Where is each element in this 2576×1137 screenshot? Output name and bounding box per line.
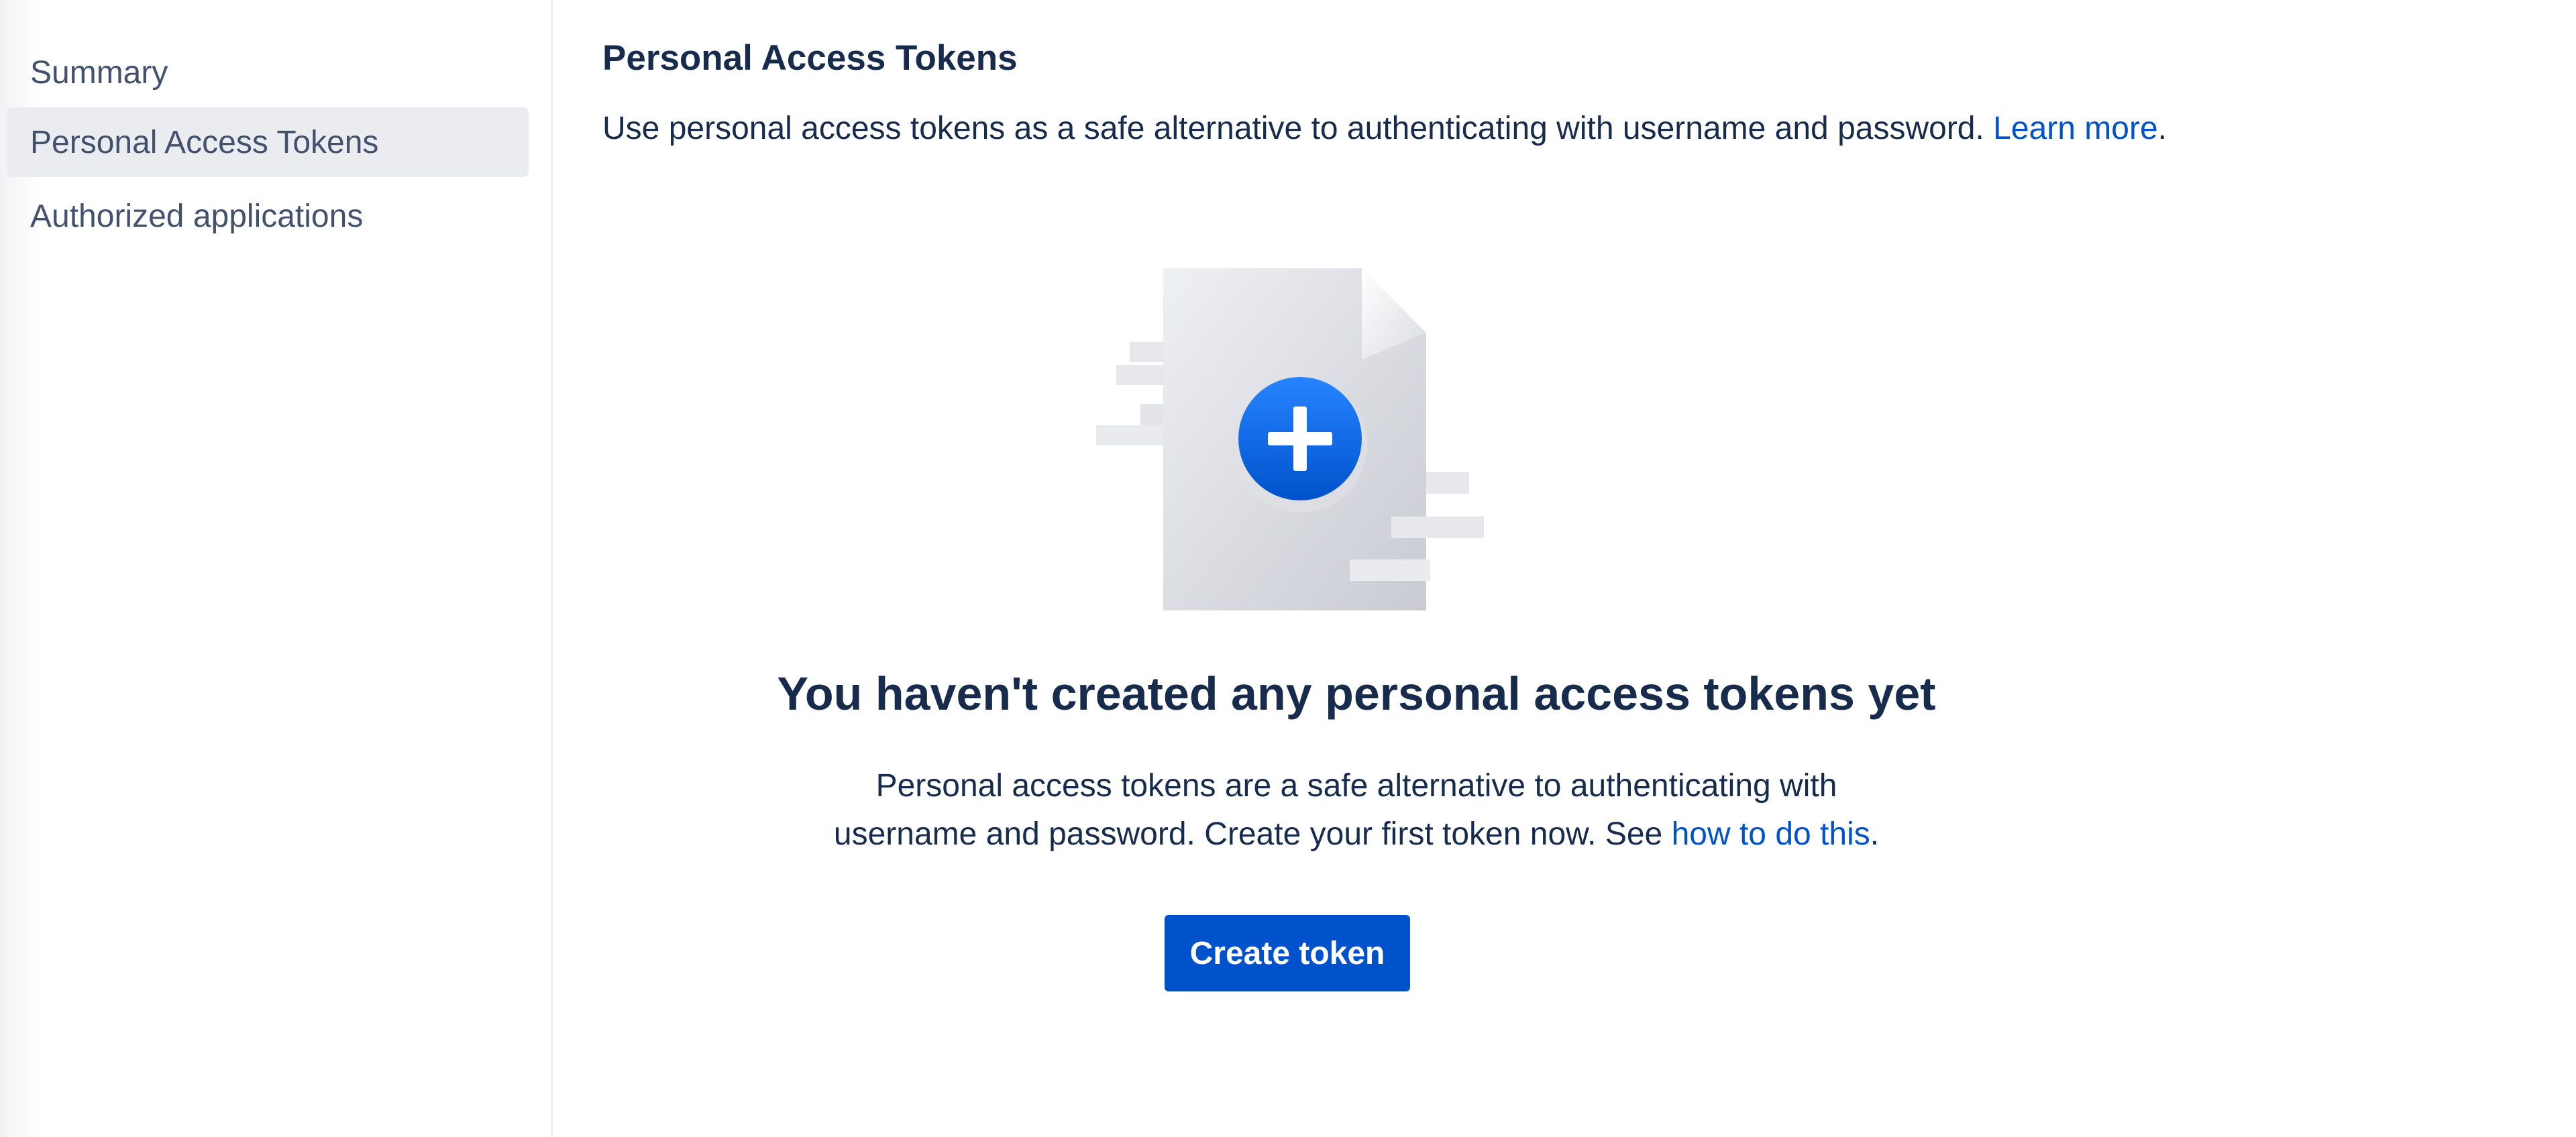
sidebar-item-summary[interactable]: Summary	[7, 38, 529, 107]
sidebar-item-label: Summary	[30, 54, 168, 91]
document-plus-icon	[1096, 264, 1485, 613]
sidebar-item-authorized-applications[interactable]: Authorized applications	[7, 181, 529, 251]
create-token-button[interactable]: Create token	[1165, 915, 1410, 991]
how-to-link[interactable]: how to do this	[1672, 816, 1870, 852]
sidebar-item-personal-access-tokens[interactable]: Personal Access Tokens	[7, 107, 529, 177]
empty-state-text-end: .	[1870, 816, 1880, 852]
main-content: Personal Access Tokens Use personal acce…	[553, 0, 2576, 1137]
app-root: Summary Personal Access Tokens Authorize…	[0, 0, 2576, 1137]
sidebar: Summary Personal Access Tokens Authorize…	[0, 0, 553, 1137]
sidebar-item-label: Authorized applications	[30, 198, 364, 234]
page-description-end: .	[2157, 111, 2167, 146]
empty-state-title: You haven't created any personal access …	[777, 667, 1936, 720]
page-description-text: Use personal access tokens as a safe alt…	[602, 111, 1994, 146]
sidebar-item-label: Personal Access Tokens	[30, 124, 379, 160]
empty-state-text-line2: username and password. Create your first…	[833, 816, 1672, 852]
empty-state-text-line1: Personal access tokens are a safe altern…	[875, 768, 1837, 804]
empty-state-description: Personal access tokens are a safe altern…	[733, 762, 1980, 859]
page-title: Personal Access Tokens	[602, 38, 1018, 78]
learn-more-link[interactable]: Learn more	[1993, 111, 2157, 146]
page-description: Use personal access tokens as a safe alt…	[602, 110, 2167, 147]
